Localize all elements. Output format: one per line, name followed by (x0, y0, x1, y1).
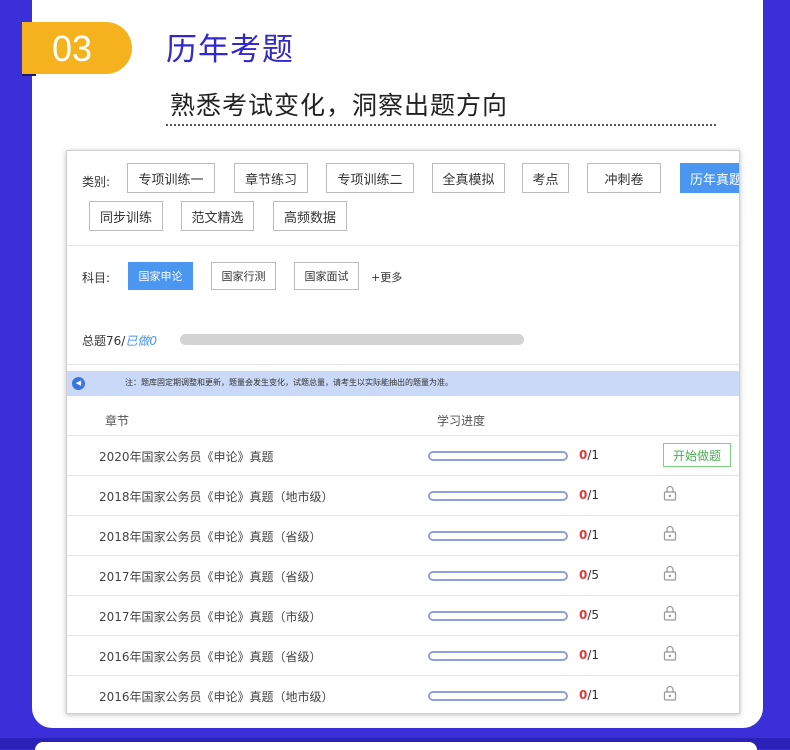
progress-column-header: 学习进度 (437, 414, 486, 428)
progress-count: 0/1 (579, 488, 600, 502)
subject-button-shenlun[interactable]: 国家申论 (128, 262, 193, 290)
section-title: 历年考题 (166, 32, 294, 68)
total-label: 总题76/ (82, 334, 126, 348)
notice-bar: ◀ 注：题库固定期调整和更新，题量会发生变化，试题总量，请考生以实际能抽出的题量… (67, 371, 739, 396)
category-button-fanwen[interactable]: 范文精选 (181, 201, 254, 231)
table-row: 2018年国家公务员《申论》真题（省级） 0/1 (67, 515, 739, 556)
progress-count: 0/1 (579, 648, 600, 662)
category-button-chongci[interactable]: 冲刺卷 (587, 163, 661, 193)
notice-text: 注：题库固定期调整和更新，题量会发生变化，试题总量，请考生以实际能抽出的题量为准… (125, 378, 453, 387)
lock-icon[interactable] (663, 685, 677, 701)
progress-bar (428, 491, 568, 501)
chapter-name: 2017年国家公务员《申论》真题（市级） (99, 610, 322, 624)
chapter-name: 2018年国家公务员《申论》真题（地市级） (99, 490, 334, 504)
category-button-gaopin[interactable]: 高频数据 (273, 201, 347, 231)
chapter-name: 2016年国家公务员《申论》真题（地市级） (99, 690, 334, 704)
progress-bar (428, 531, 568, 541)
progress-bar (428, 651, 568, 661)
lock-icon[interactable] (663, 605, 677, 621)
total-progress-bar (180, 334, 524, 345)
divider (67, 245, 739, 246)
table-row: 2016年国家公务员《申论》真题（地市级） 0/1 (67, 675, 739, 713)
category-button-zhuanxiang2[interactable]: 专项训练二 (326, 163, 414, 193)
lock-icon[interactable] (663, 525, 677, 541)
table-row: 2017年国家公务员《申论》真题（市级） 0/5 (67, 595, 739, 636)
lock-icon[interactable] (663, 485, 677, 501)
chapter-column-header: 章节 (105, 414, 130, 428)
table-row: 2020年国家公务员《申论》真题 0/1 开始做题 (67, 435, 739, 476)
screenshot-panel: 类别: 专项训练一 章节练习 专项训练二 全真模拟 考点 冲刺卷 历年真题 同步… (66, 150, 740, 714)
speaker-icon: ◀ (72, 377, 85, 390)
divider (67, 364, 739, 365)
table-row: 2017年国家公务员《申论》真题（省级） 0/5 (67, 555, 739, 596)
lock-icon[interactable] (663, 565, 677, 581)
section-number-badge: 03 (22, 22, 132, 74)
done-label: 已做0 (125, 334, 157, 348)
progress-bar (428, 611, 568, 621)
category-button-linian[interactable]: 历年真题 (680, 163, 739, 193)
subject-label: 科目: (82, 271, 111, 285)
progress-bar (428, 571, 568, 581)
category-button-kaodian[interactable]: 考点 (522, 163, 569, 193)
progress-count: 0/5 (579, 608, 600, 622)
progress-count: 0/1 (579, 448, 600, 462)
bottom-strip (0, 738, 790, 750)
table-row: 2016年国家公务员《申论》真题（省级） 0/1 (67, 635, 739, 676)
progress-count: 0/1 (579, 528, 600, 542)
lock-icon[interactable] (663, 645, 677, 661)
dotted-divider (166, 124, 716, 126)
chapter-name: 2020年国家公务员《申论》真题 (99, 450, 274, 464)
progress-bar (428, 451, 568, 461)
category-label: 类别: (82, 175, 111, 189)
more-subjects-link[interactable]: +更多 (371, 269, 402, 285)
table-row: 2018年国家公务员《申论》真题（地市级） 0/1 (67, 475, 739, 516)
subject-button-mianshi[interactable]: 国家面试 (294, 262, 359, 290)
progress-bar (428, 691, 568, 701)
chapter-name: 2016年国家公务员《申论》真题（省级） (99, 650, 322, 664)
section-number: 03 (52, 28, 93, 69)
progress-count: 0/5 (579, 568, 600, 582)
start-practice-button[interactable]: 开始做题 (663, 443, 731, 467)
category-button-zhangjie[interactable]: 章节练习 (234, 163, 308, 193)
category-button-quanzhen[interactable]: 全真模拟 (432, 163, 505, 193)
total-questions-summary: 总题76/已做0 (82, 332, 157, 349)
category-button-zhuanxiang1[interactable]: 专项训练一 (127, 163, 215, 193)
progress-count: 0/1 (579, 688, 600, 702)
category-button-tongbu[interactable]: 同步训练 (89, 201, 163, 231)
subject-button-xingce[interactable]: 国家行测 (211, 262, 276, 290)
chapter-name: 2018年国家公务员《申论》真题（省级） (99, 530, 322, 544)
chapter-name: 2017年国家公务员《申论》真题（省级） (99, 570, 322, 584)
section-subtitle: 熟悉考试变化，洞察出题方向 (170, 91, 509, 120)
